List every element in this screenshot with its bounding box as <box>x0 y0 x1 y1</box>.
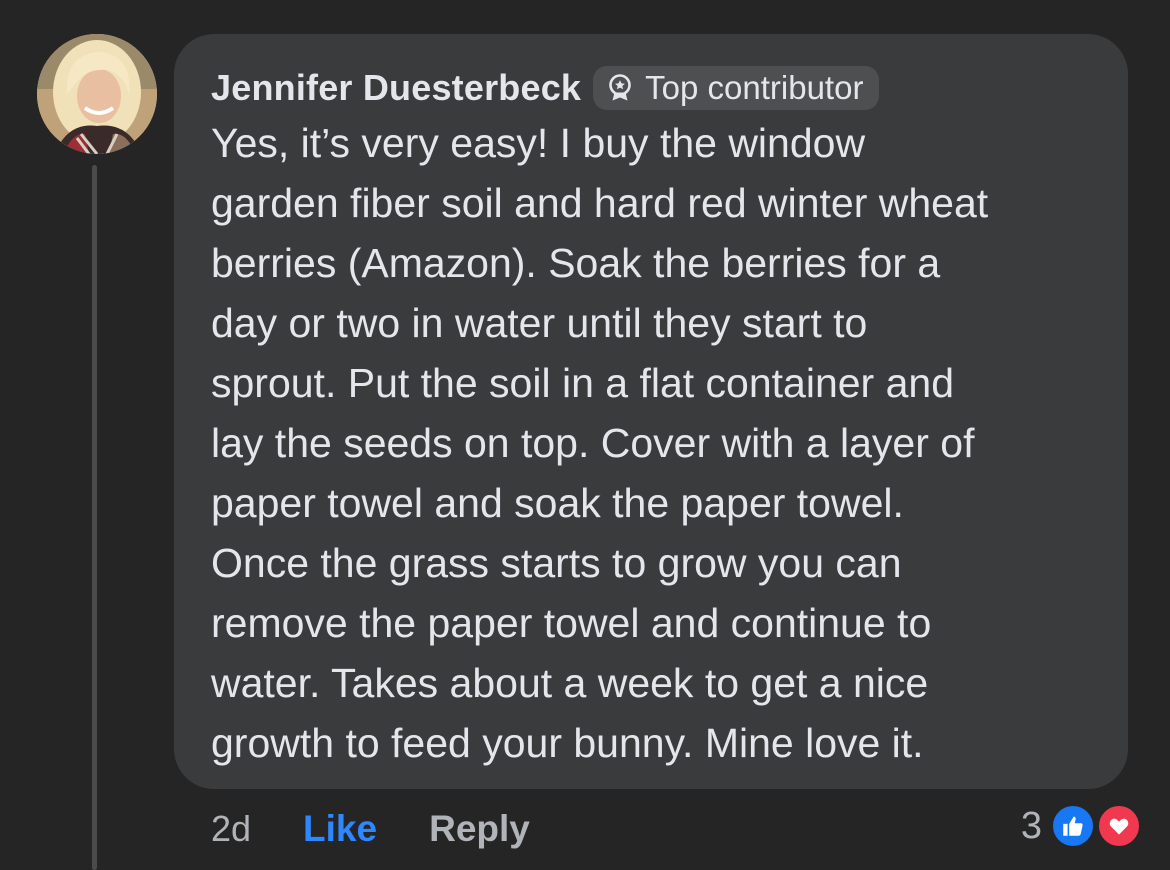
comment-actions: 2d Like Reply <box>211 806 530 852</box>
avatar[interactable] <box>37 34 157 154</box>
reaction-icons <box>1050 800 1148 852</box>
award-ribbon-icon <box>609 74 631 101</box>
thread-connector-line <box>92 165 97 870</box>
comment-text-line: Yes, it’s very easy! I buy the window <box>211 120 866 166</box>
reactions-summary[interactable]: 3 <box>1021 800 1148 852</box>
comment-text-line: berries (Amazon). Soak the berries for a <box>211 240 941 286</box>
love-icon <box>1096 803 1142 849</box>
like-button[interactable]: Like <box>303 808 377 850</box>
reply-button[interactable]: Reply <box>429 808 530 850</box>
author-name[interactable]: Jennifer Duesterbeck <box>211 67 581 109</box>
badge-label: Top contributor <box>645 69 864 106</box>
reaction-count: 3 <box>1020 804 1042 847</box>
top-contributor-badge[interactable]: Top contributor <box>593 66 880 110</box>
comment-text-line: day or two in water until they start to <box>211 300 868 346</box>
comment-timestamp[interactable]: 2d <box>211 808 251 850</box>
profile-photo <box>37 34 157 154</box>
comment-body: Yes, it’s very easy! I buy the window ga… <box>211 113 1111 773</box>
comment-text-line: remove the paper towel and continue to <box>211 600 932 646</box>
comment-text-line: garden fiber soil and hard red winter wh… <box>211 180 989 226</box>
comment-header: Jennifer Duesterbeck Top contributor <box>211 64 880 112</box>
comment-thread: Jennifer Duesterbeck Top contributor Yes… <box>0 0 1170 870</box>
comment-text-line: water. Takes about a week to get a nice <box>211 660 929 706</box>
comment-text-line: Once the grass starts to grow you can <box>211 540 902 586</box>
comment-text-line: paper towel and soak the paper towel. <box>211 480 904 526</box>
like-icon <box>1050 803 1096 849</box>
comment-text-line: lay the seeds on top. Cover with a layer… <box>211 420 975 466</box>
comment-text-line: growth to feed your bunny. Mine love it. <box>211 720 924 766</box>
comment-text-line: sprout. Put the soil in a flat container… <box>211 360 955 406</box>
